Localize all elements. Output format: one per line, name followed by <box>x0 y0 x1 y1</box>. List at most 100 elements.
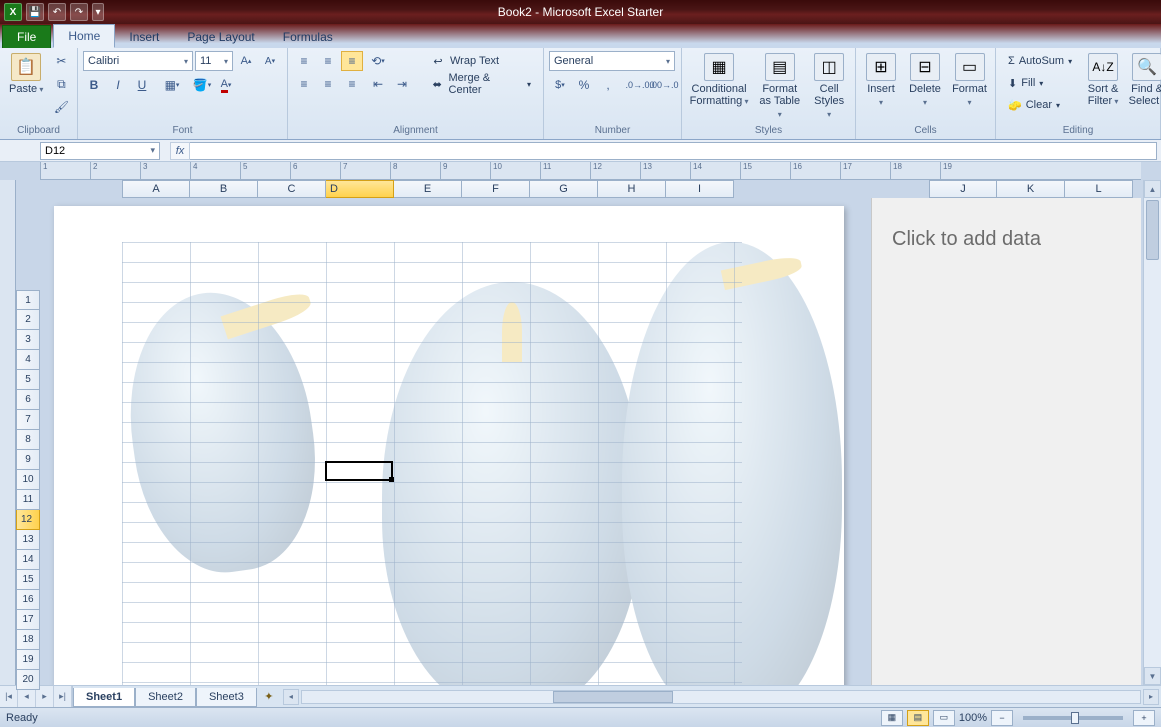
shrink-font-icon[interactable]: A▾ <box>259 51 281 71</box>
sheet-tab-3[interactable]: Sheet3 <box>196 688 257 707</box>
accounting-format-icon[interactable]: $▾ <box>549 75 571 95</box>
cell-styles-button[interactable]: ◫Cell Styles <box>808 51 850 123</box>
insert-cells-button[interactable]: ⊞Insert <box>861 51 901 111</box>
format-cells-button[interactable]: ▭Format <box>949 51 990 111</box>
format-as-table-button[interactable]: ▤Format as Table <box>755 51 804 123</box>
comma-format-icon[interactable]: , <box>597 75 619 95</box>
selected-cell[interactable] <box>325 461 393 481</box>
hscroll-left-icon[interactable]: ◂ <box>283 689 299 705</box>
column-header[interactable]: L <box>1065 180 1133 198</box>
view-normal-icon[interactable]: ▦ <box>881 710 903 726</box>
borders-icon[interactable]: ▦▾ <box>161 75 183 95</box>
font-size-select[interactable]: 11▾ <box>195 51 233 71</box>
column-header[interactable]: H <box>598 180 666 198</box>
copy-icon[interactable]: ⧉ <box>51 74 71 94</box>
orientation-icon[interactable]: ⟲▾ <box>367 51 389 71</box>
tab-file[interactable]: File <box>2 25 51 48</box>
undo-icon[interactable]: ↶ <box>48 3 66 21</box>
row-header[interactable]: 2 <box>16 310 40 330</box>
column-header[interactable]: I <box>666 180 734 198</box>
fx-icon[interactable]: fx <box>170 142 190 160</box>
row-header[interactable]: 18 <box>16 630 40 650</box>
qat-customize-icon[interactable]: ▾ <box>92 3 104 21</box>
find-select-button[interactable]: 🔍Find & Select <box>1127 51 1161 110</box>
row-header[interactable]: 1 <box>16 290 40 310</box>
hscroll-track[interactable] <box>301 690 1141 704</box>
view-page-break-icon[interactable]: ▭ <box>933 710 955 726</box>
scroll-down-icon[interactable]: ▼ <box>1144 667 1161 685</box>
zoom-out-icon[interactable]: − <box>991 710 1013 726</box>
hscroll-right-icon[interactable]: ▸ <box>1143 689 1159 705</box>
row-header[interactable]: 16 <box>16 590 40 610</box>
row-header[interactable]: 14 <box>16 550 40 570</box>
align-left-icon[interactable]: ≡ <box>293 74 315 94</box>
underline-button[interactable]: U <box>131 75 153 95</box>
row-header[interactable]: 7 <box>16 410 40 430</box>
paste-button[interactable]: 📋 Paste <box>5 51 47 98</box>
row-header[interactable]: 13 <box>16 530 40 550</box>
name-box[interactable]: D12▾ <box>40 142 160 160</box>
increase-indent-icon[interactable]: ⇥ <box>391 74 413 94</box>
zoom-slider[interactable] <box>1023 716 1123 720</box>
number-format-select[interactable]: General▾ <box>549 51 675 71</box>
scroll-up-icon[interactable]: ▲ <box>1144 180 1161 198</box>
row-header[interactable]: 8 <box>16 430 40 450</box>
cut-icon[interactable]: ✂ <box>51 51 71 71</box>
fill-handle[interactable] <box>389 477 394 482</box>
side-panel[interactable]: Click to add data <box>871 198 1141 685</box>
sheet-tab-2[interactable]: Sheet2 <box>135 688 196 707</box>
formula-input[interactable] <box>190 142 1157 160</box>
sort-filter-button[interactable]: A↓ZSort & Filter <box>1083 51 1123 110</box>
sheet-tab-1[interactable]: Sheet1 <box>73 688 135 707</box>
column-header[interactable]: J <box>929 180 997 198</box>
column-header[interactable]: K <box>997 180 1065 198</box>
format-painter-icon[interactable]: 🖌 <box>51 97 71 117</box>
view-page-layout-icon[interactable]: ▤ <box>907 710 929 726</box>
align-center-icon[interactable]: ≡ <box>317 74 339 94</box>
page-canvas[interactable] <box>40 198 861 685</box>
row-header[interactable]: 3 <box>16 330 40 350</box>
save-icon[interactable]: 💾 <box>26 3 44 21</box>
align-right-icon[interactable]: ≡ <box>341 74 363 94</box>
tab-formulas[interactable]: Formulas <box>269 26 347 48</box>
zoom-knob[interactable] <box>1071 712 1079 724</box>
row-header[interactable]: 11 <box>16 490 40 510</box>
fill-color-icon[interactable]: 🪣▾ <box>191 75 213 95</box>
sheet-last-icon[interactable]: ▸| <box>54 686 72 707</box>
decrease-indent-icon[interactable]: ⇤ <box>367 74 389 94</box>
clear-button[interactable]: 🧽Clear▾ <box>1001 95 1079 115</box>
horizontal-scrollbar[interactable]: ◂ ▸ <box>281 686 1161 707</box>
autosum-button[interactable]: ΣAutoSum▾ <box>1001 51 1079 71</box>
grow-font-icon[interactable]: A▴ <box>235 51 257 71</box>
bold-button[interactable]: B <box>83 75 105 95</box>
hscroll-thumb[interactable] <box>553 691 673 703</box>
column-header[interactable]: B <box>190 180 258 198</box>
merge-center-button[interactable]: ⬌Merge & Center▾ <box>423 74 538 94</box>
row-header[interactable]: 17 <box>16 610 40 630</box>
zoom-in-icon[interactable]: + <box>1133 710 1155 726</box>
font-color-icon[interactable]: A▾ <box>215 75 237 95</box>
decrease-decimal-icon[interactable]: .00→.0 <box>653 75 675 95</box>
italic-button[interactable]: I <box>107 75 129 95</box>
row-header[interactable]: 19 <box>16 650 40 670</box>
align-middle-icon[interactable]: ≡ <box>317 51 339 71</box>
font-name-select[interactable]: Calibri▾ <box>83 51 193 71</box>
column-header[interactable]: E <box>394 180 462 198</box>
row-header[interactable]: 10 <box>16 470 40 490</box>
delete-cells-button[interactable]: ⊟Delete <box>905 51 945 111</box>
column-header[interactable]: A <box>122 180 190 198</box>
align-top-icon[interactable]: ≡ <box>293 51 315 71</box>
row-header[interactable]: 5 <box>16 370 40 390</box>
tab-home[interactable]: Home <box>53 24 115 48</box>
column-header[interactable]: G <box>530 180 598 198</box>
vscroll-thumb[interactable] <box>1146 200 1159 260</box>
increase-decimal-icon[interactable]: .0→.00 <box>629 75 651 95</box>
column-header[interactable]: C <box>258 180 326 198</box>
vertical-scrollbar[interactable]: ▲ ▼ <box>1143 180 1161 685</box>
side-panel-prompt[interactable]: Click to add data <box>872 198 1141 281</box>
redo-icon[interactable]: ↷ <box>70 3 88 21</box>
tab-insert[interactable]: Insert <box>115 26 173 48</box>
conditional-formatting-button[interactable]: ▦Conditional Formatting <box>687 51 751 110</box>
percent-format-icon[interactable]: % <box>573 75 595 95</box>
tab-page-layout[interactable]: Page Layout <box>173 26 268 48</box>
